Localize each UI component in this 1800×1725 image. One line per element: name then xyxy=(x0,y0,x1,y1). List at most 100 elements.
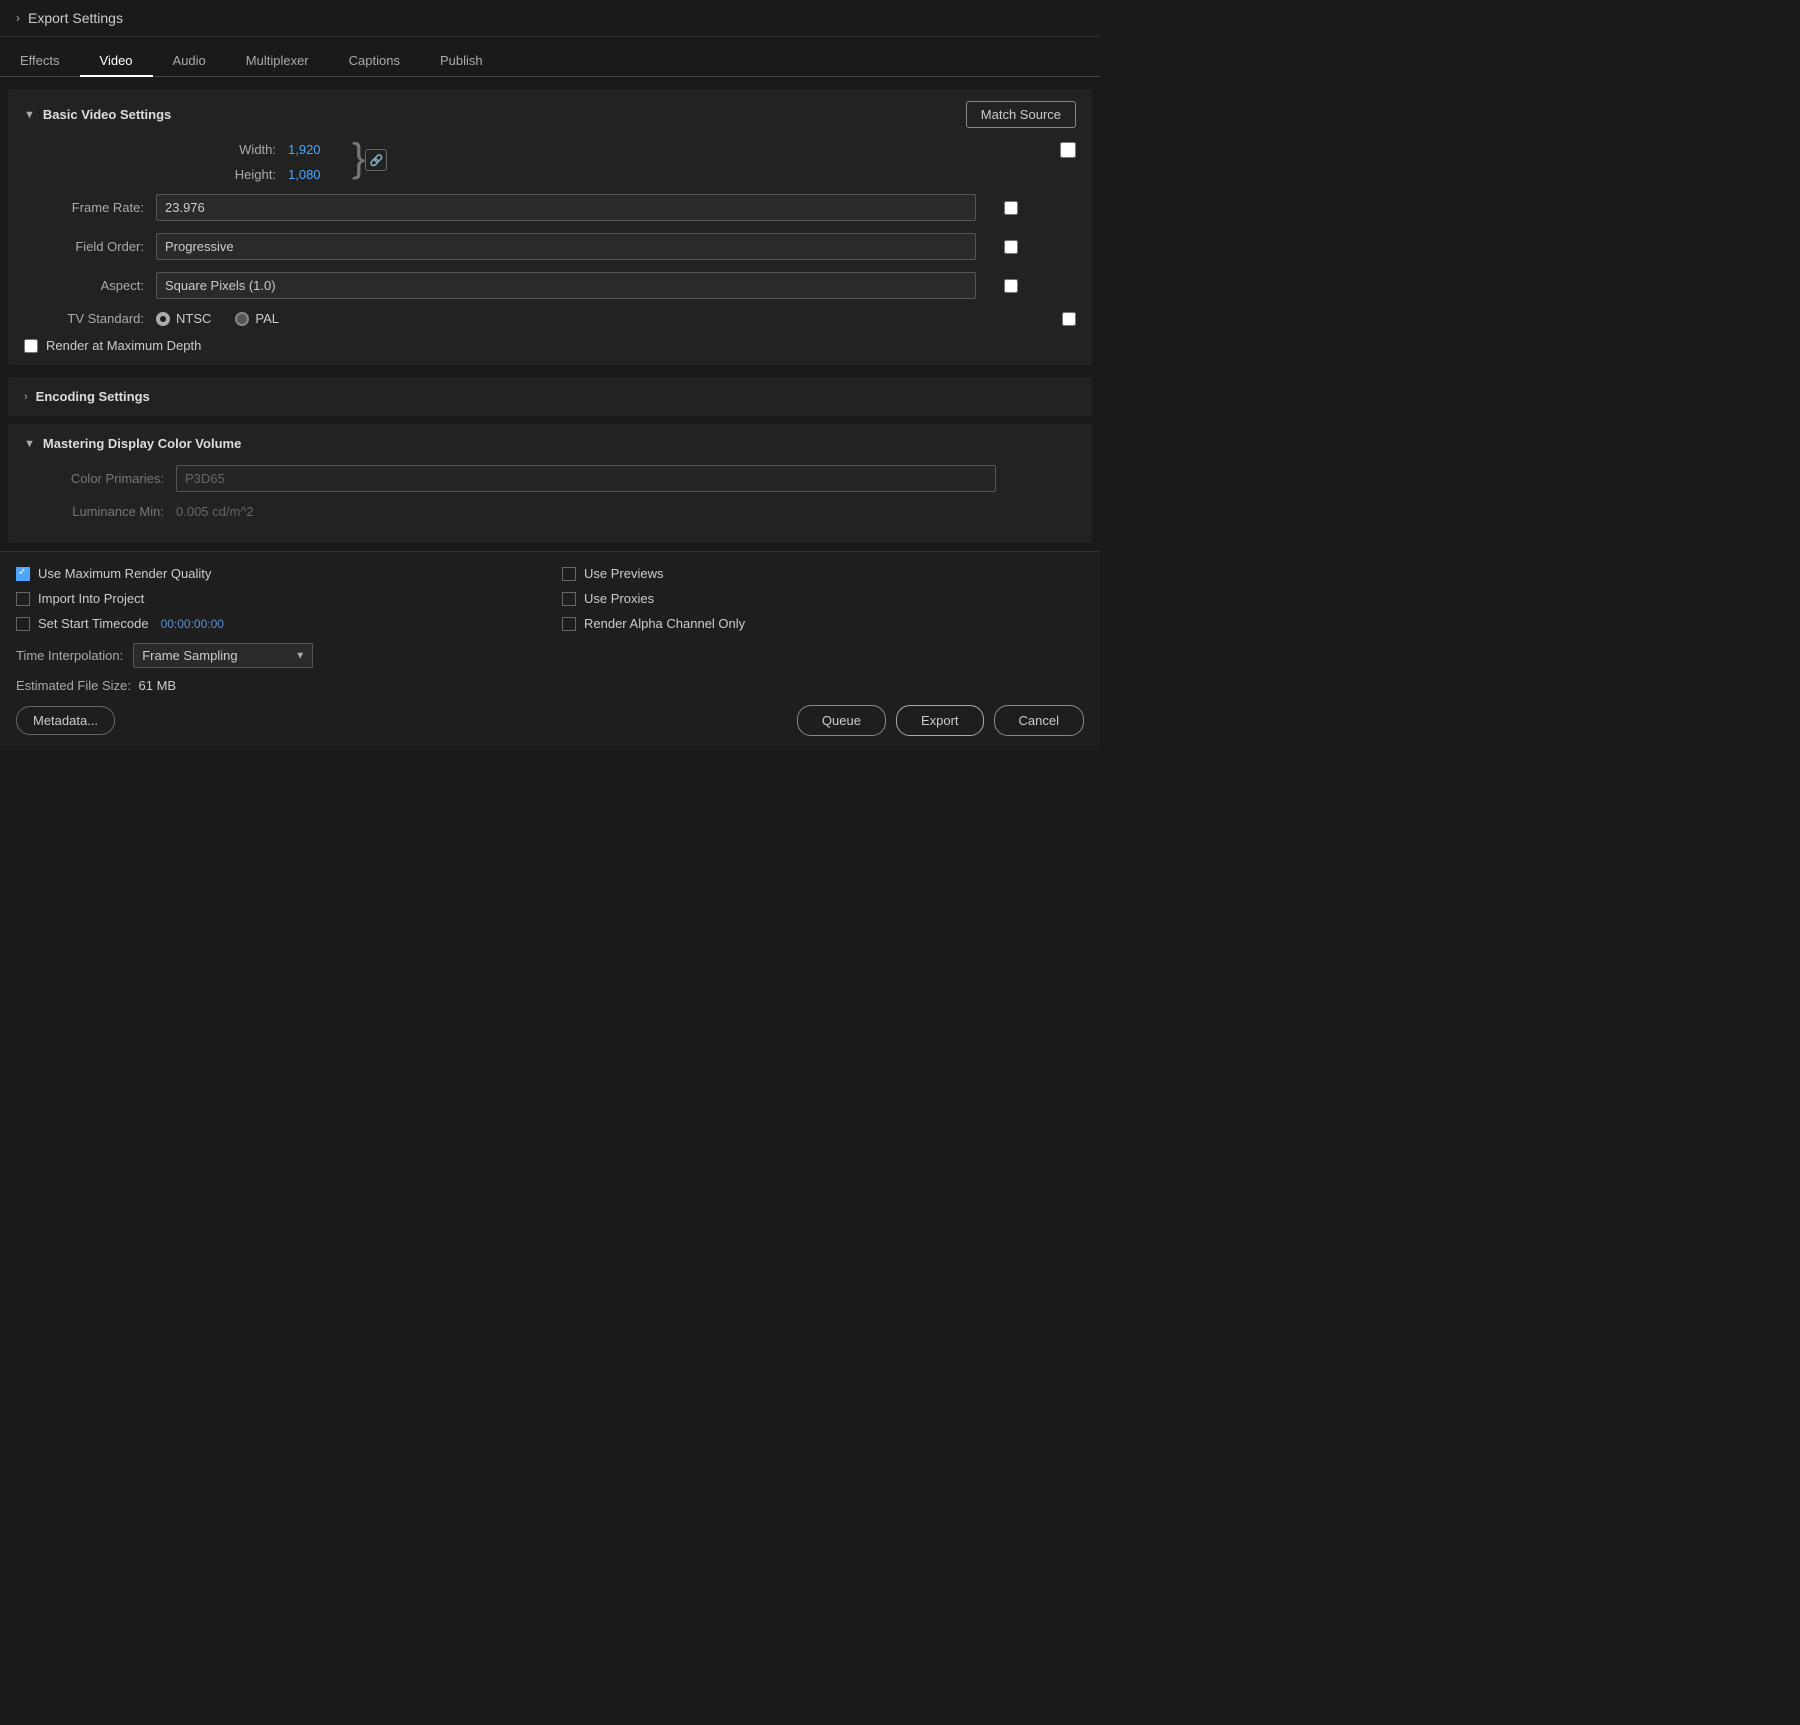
tv-standard-label: TV Standard: xyxy=(24,311,144,326)
metadata-button[interactable]: Metadata... xyxy=(16,706,115,735)
import-into-project-checkbox[interactable] xyxy=(16,592,30,606)
time-interpolation-select-wrapper: Frame Sampling Frame Blending Optical Fl… xyxy=(133,643,313,668)
field-order-select-wrapper: Progressive Upper First Lower First xyxy=(156,233,996,260)
pal-label: PAL xyxy=(255,311,279,326)
tab-publish[interactable]: Publish xyxy=(420,45,503,76)
render-alpha-only-option[interactable]: Render Alpha Channel Only xyxy=(562,616,1084,631)
export-settings-header: › Export Settings xyxy=(0,0,1100,37)
frame-rate-select-wrapper: 23.976 24 25 29.97 30 50 59.94 60 xyxy=(156,194,996,221)
mastering-display-header: ▼ Mastering Display Color Volume xyxy=(24,436,1076,451)
action-buttons: Metadata... Queue Export Cancel xyxy=(16,705,1084,736)
right-action-buttons: Queue Export Cancel xyxy=(797,705,1084,736)
height-value: 1,080 xyxy=(288,167,348,182)
height-row: Height: 1,080 xyxy=(156,167,348,182)
basic-video-settings-header: ▼ Basic Video Settings Match Source xyxy=(24,101,1076,128)
tv-standard-row: TV Standard: NTSC PAL xyxy=(24,311,1076,326)
link-icon[interactable]: 🔗 xyxy=(365,149,387,171)
tv-standard-checkbox[interactable] xyxy=(1062,312,1076,326)
time-interpolation-select[interactable]: Frame Sampling Frame Blending Optical Fl… xyxy=(133,643,313,668)
ntsc-radio-circle xyxy=(156,312,170,326)
width-value: 1,920 xyxy=(288,142,348,157)
luminance-min-row: Luminance Min: 0.005 cd/m^2 xyxy=(24,504,1076,519)
chevron-right-icon: › xyxy=(16,11,20,25)
export-button[interactable]: Export xyxy=(896,705,984,736)
color-primaries-label: Color Primaries: xyxy=(24,471,164,486)
field-order-select[interactable]: Progressive Upper First Lower First xyxy=(156,233,976,260)
tv-standard-radio-group: NTSC PAL xyxy=(156,311,1054,326)
color-primaries-select-wrapper: P3D65 xyxy=(176,465,1016,492)
width-label: Width: xyxy=(156,142,276,157)
time-interpolation-label: Time Interpolation: xyxy=(16,648,123,663)
encoding-settings-title: Encoding Settings xyxy=(36,389,150,404)
ntsc-radio[interactable]: NTSC xyxy=(156,311,211,326)
render-max-depth-label: Render at Maximum Depth xyxy=(46,338,201,353)
frame-rate-row: Frame Rate: 23.976 24 25 29.97 30 50 59.… xyxy=(24,194,1076,221)
aspect-label: Aspect: xyxy=(24,278,144,293)
set-start-timecode-checkbox[interactable] xyxy=(16,617,30,631)
width-row: Width: 1,920 xyxy=(156,142,348,157)
pal-radio-circle xyxy=(235,312,249,326)
encoding-settings-section: › Encoding Settings xyxy=(8,377,1092,416)
time-interpolation-row: Time Interpolation: Frame Sampling Frame… xyxy=(16,643,1084,668)
use-proxies-label: Use Proxies xyxy=(584,591,654,606)
aspect-select[interactable]: Square Pixels (1.0) D1/DV NTSC (0.9091) … xyxy=(156,272,976,299)
dimensions-checkbox[interactable] xyxy=(1060,142,1076,158)
export-settings-title: Export Settings xyxy=(28,10,123,26)
field-order-label: Field Order: xyxy=(24,239,144,254)
pal-radio[interactable]: PAL xyxy=(235,311,279,326)
bottom-bar: Use Maximum Render Quality Use Previews … xyxy=(0,551,1100,750)
tab-video[interactable]: Video xyxy=(80,45,153,76)
use-proxies-checkbox[interactable] xyxy=(562,592,576,606)
encoding-chevron-icon: › xyxy=(24,391,28,403)
field-order-row: Field Order: Progressive Upper First Low… xyxy=(24,233,1076,260)
luminance-min-value: 0.005 cd/m^2 xyxy=(176,504,254,519)
frame-rate-label: Frame Rate: xyxy=(24,200,144,215)
tab-captions[interactable]: Captions xyxy=(329,45,420,76)
queue-button[interactable]: Queue xyxy=(797,705,886,736)
render-alpha-only-checkbox[interactable] xyxy=(562,617,576,631)
encoding-settings-header[interactable]: › Encoding Settings xyxy=(24,389,1076,404)
aspect-row: Aspect: Square Pixels (1.0) D1/DV NTSC (… xyxy=(24,272,1076,299)
mastering-chevron-icon: ▼ xyxy=(24,438,35,450)
frame-rate-checkbox[interactable] xyxy=(1004,201,1018,215)
use-previews-option[interactable]: Use Previews xyxy=(562,566,1084,581)
set-start-timecode-label: Set Start Timecode xyxy=(38,616,149,631)
basic-video-settings-section: ▼ Basic Video Settings Match Source Widt… xyxy=(8,89,1092,365)
aspect-checkbox[interactable] xyxy=(1004,279,1018,293)
height-label: Height: xyxy=(156,167,276,182)
use-max-render-quality-option[interactable]: Use Maximum Render Quality xyxy=(16,566,538,581)
dimensions-row: Width: 1,920 Height: 1,080 } 🔗 xyxy=(24,142,1076,182)
field-order-checkbox[interactable] xyxy=(1004,240,1018,254)
cancel-button[interactable]: Cancel xyxy=(994,705,1084,736)
tabs-bar: Effects Video Audio Multiplexer Captions… xyxy=(0,37,1100,77)
use-previews-label: Use Previews xyxy=(584,566,663,581)
color-primaries-row: Color Primaries: P3D65 xyxy=(24,465,1076,492)
mastering-display-title: Mastering Display Color Volume xyxy=(43,436,241,451)
dimensions-values: Width: 1,920 Height: 1,080 xyxy=(156,142,348,182)
match-source-button[interactable]: Match Source xyxy=(966,101,1076,128)
render-max-depth-row: Render at Maximum Depth xyxy=(24,338,1076,353)
tab-effects[interactable]: Effects xyxy=(0,45,80,76)
render-max-depth-checkbox[interactable] xyxy=(24,339,38,353)
bracket-icon: } xyxy=(352,138,365,178)
import-into-project-label: Import Into Project xyxy=(38,591,144,606)
use-previews-checkbox[interactable] xyxy=(562,567,576,581)
frame-rate-select[interactable]: 23.976 24 25 29.97 30 50 59.94 60 xyxy=(156,194,976,221)
aspect-select-wrapper: Square Pixels (1.0) D1/DV NTSC (0.9091) … xyxy=(156,272,996,299)
bottom-options: Use Maximum Render Quality Use Previews … xyxy=(16,566,1084,631)
estimated-file-size-row: Estimated File Size: 61 MB xyxy=(16,678,1084,693)
set-start-timecode-option[interactable]: Set Start Timecode 00:00:00:00 xyxy=(16,616,538,631)
use-max-render-quality-checkbox[interactable] xyxy=(16,567,30,581)
mastering-display-section: ▼ Mastering Display Color Volume Color P… xyxy=(8,424,1092,543)
use-proxies-option[interactable]: Use Proxies xyxy=(562,591,1084,606)
color-primaries-select[interactable]: P3D65 xyxy=(176,465,996,492)
bracket-connector: } 🔗 xyxy=(352,142,387,178)
ntsc-radio-inner xyxy=(160,316,166,322)
import-into-project-option[interactable]: Import Into Project xyxy=(16,591,538,606)
main-content: ▼ Basic Video Settings Match Source Widt… xyxy=(0,77,1100,551)
tab-multiplexer[interactable]: Multiplexer xyxy=(226,45,329,76)
basic-video-settings-title: Basic Video Settings xyxy=(43,107,171,122)
render-alpha-only-label: Render Alpha Channel Only xyxy=(584,616,745,631)
ntsc-label: NTSC xyxy=(176,311,211,326)
tab-audio[interactable]: Audio xyxy=(153,45,226,76)
